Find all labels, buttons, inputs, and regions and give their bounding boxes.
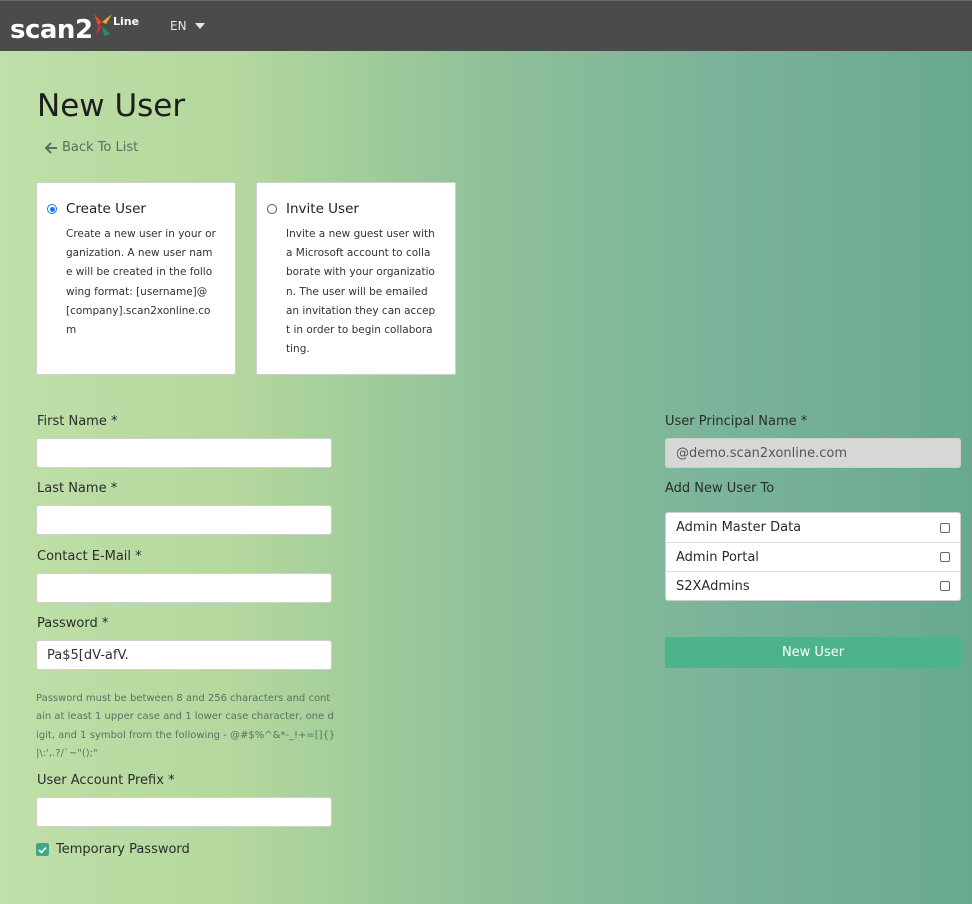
top-navbar: scan2 Line EN: [0, 0, 972, 51]
group-checkbox[interactable]: [940, 581, 950, 591]
user-principal-name-field: @demo.scan2xonline.com: [665, 438, 961, 468]
group-name: Admin Portal: [676, 549, 759, 565]
password-hint: Password must be between 8 and 256 chara…: [36, 693, 336, 760]
group-list: Admin Master Data Admin Portal S2XAdmins: [665, 512, 961, 601]
password-input[interactable]: [36, 640, 332, 670]
group-checkbox[interactable]: [940, 552, 950, 562]
group-name: S2XAdmins: [676, 578, 750, 594]
back-link-label: Back To List: [62, 140, 139, 155]
user-account-prefix-label: User Account Prefix *: [37, 773, 175, 788]
temporary-password-toggle[interactable]: Temporary Password: [36, 842, 190, 857]
logo-x-icon: [94, 14, 112, 36]
user-principal-name-label: User Principal Name *: [665, 414, 808, 429]
create-user-description: Create a new user in your organization. …: [66, 228, 216, 337]
temporary-password-label: Temporary Password: [56, 842, 190, 857]
contact-email-label: Contact E-Mail *: [37, 549, 142, 564]
language-dropdown[interactable]: EN: [170, 19, 205, 33]
temporary-password-checkbox[interactable]: [36, 843, 49, 856]
invite-user-description: Invite a new guest user with a Microsoft…: [286, 228, 436, 356]
last-name-input[interactable]: [36, 505, 332, 535]
first-name-input[interactable]: [36, 438, 332, 468]
contact-email-input[interactable]: [36, 573, 332, 603]
logo-line-text: Line: [113, 15, 140, 28]
new-user-button[interactable]: New User: [665, 637, 961, 668]
create-user-card[interactable]: Create User Create a new user in your or…: [36, 182, 236, 375]
create-user-title: Create User: [66, 201, 146, 217]
last-name-label: Last Name *: [37, 481, 118, 496]
group-item-admin-master-data[interactable]: Admin Master Data: [666, 513, 960, 542]
group-checkbox[interactable]: [940, 522, 950, 533]
invite-user-card[interactable]: Invite User Invite a new guest user with…: [256, 182, 456, 375]
arrow-left-icon: [45, 141, 57, 154]
check-icon: [38, 846, 47, 854]
scan2x-logo[interactable]: scan2 Line: [10, 10, 160, 45]
back-to-list-link[interactable]: Back To List: [45, 140, 138, 155]
user-account-prefix-input[interactable]: [36, 797, 332, 827]
language-label: EN: [170, 19, 187, 33]
group-item-s2xadmins[interactable]: S2XAdmins: [666, 571, 960, 600]
page-title: New User: [37, 88, 186, 124]
logo-wordmark: scan2: [10, 15, 93, 45]
invite-user-title: Invite User: [286, 201, 359, 217]
chevron-down-icon: [194, 23, 205, 29]
group-name: Admin Master Data: [676, 520, 802, 535]
create-user-radio[interactable]: [47, 204, 57, 214]
group-item-admin-portal[interactable]: Admin Portal: [666, 542, 960, 571]
invite-user-radio[interactable]: [267, 204, 277, 214]
first-name-label: First Name *: [37, 414, 118, 429]
password-label: Password *: [37, 616, 109, 631]
add-new-user-to-label: Add New User To: [665, 481, 775, 496]
